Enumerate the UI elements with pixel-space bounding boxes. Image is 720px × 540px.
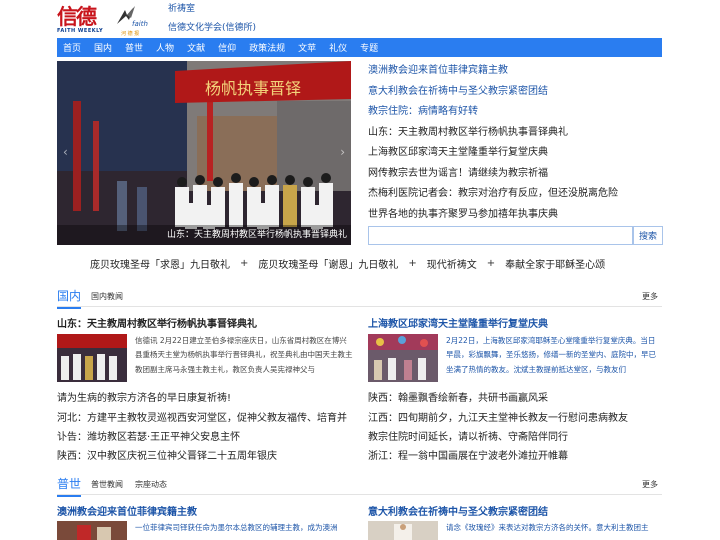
domestic-left-summary-tail[interactable]: 请为生病的教宗方济各的早日康复祈祷! [57,389,231,404]
hero-caption[interactable]: 山东：天主教周村教区举行杨帆执事晋铎典礼 [57,225,351,245]
list-item[interactable]: 浙江：程一翁中国画展在宁波老外滩拉开帷幕 [368,447,568,462]
list-item[interactable]: 陕西：汉中教区庆祝三位神父晋铎二十五周年银庆 [57,447,277,462]
faith-logo[interactable]: faith 河 德 报 [115,6,153,38]
prayer-room-link[interactable]: 祈祷室 [168,4,256,15]
headline-item[interactable]: 世界各地的执事齐聚罗马参加禧年执事庆典 [368,205,664,226]
tab-world-news[interactable]: 普世教闻 [91,479,123,490]
search-input[interactable] [368,226,633,245]
hero-banner-text: 杨帆执事晋铎 [205,79,301,98]
nav-world[interactable]: 普世 [125,41,143,54]
world-section-title[interactable]: 普世 [57,475,82,497]
main-nav: 首页 国内 普世 人物 文献 信仰 政策法规 文苹 礼仪 专题 [57,38,662,57]
list-item[interactable]: 陕西：翰墨飘香绘新春，共研书画赢风采 [368,389,548,404]
headline-item[interactable]: 澳洲教会迎来首位菲律宾籍主教 [368,61,664,82]
nav-topics[interactable]: 专题 [360,41,378,54]
faith-logo-text: faith [132,20,148,28]
nav-people[interactable]: 人物 [156,41,174,54]
faith-logo-subtext: 河 德 报 [121,31,140,37]
world-right-title[interactable]: 意大利教会在祈祷中与圣父教宗紧密团结 [368,503,548,518]
nav-liturgy[interactable]: 礼仪 [329,41,347,54]
world-more-link[interactable]: 更多 [642,479,658,490]
domestic-left-summary: 信德讯 2月22日建立圣伯多禄宗座庆日，山东省周村教区在博兴县重杨天主堂为杨帆执… [135,336,353,374]
prayer-link[interactable]: 庞贝玫瑰圣母「谢恩」九日敬礼 [258,256,398,271]
world-left-title[interactable]: 澳洲教会迎来首位菲律宾籍主教 [57,503,197,518]
domestic-right-title[interactable]: 上海教区邱家湾天主堂隆重举行复堂庆典 [368,315,548,330]
tab-domestic-news[interactable]: 国内教闻 [91,291,123,302]
prayer-link[interactable]: 奉献全家于耶稣圣心颂 [505,256,605,271]
nav-documents[interactable]: 文献 [187,41,205,54]
plus-separator: + [240,258,249,269]
headline-item[interactable]: 杰梅利医院记者会：教宗对治疗有反应，但还没脱离危险 [368,184,664,205]
domestic-left-title[interactable]: 山东：天主教周村教区举行杨帆执事晋铎典礼 [57,315,257,330]
plus-separator: + [486,258,496,269]
world-section-header: 普世 普世教闻 宗座动态 更多 [57,475,662,497]
site-logo[interactable]: 信德 FAITH WEEKLY [57,6,105,38]
headline-list: 澳洲教会迎来首位菲律宾籍主教 意大利教会在祈祷中与圣父教宗紧密团结 教宗住院：病… [368,61,664,225]
domestic-section-header: 国内 国内教闻 更多 [57,287,662,309]
logo-chinese-text: 信德 [57,4,97,29]
hero-next-icon[interactable]: › [340,145,345,159]
prayer-link[interactable]: 庞贝玫瑰圣母「求恩」九日敬礼 [90,256,230,271]
list-item[interactable]: 河北：方建平主教牧灵巡视西安河堂区，促神父教友福传、培育并 [57,409,347,424]
list-item[interactable]: 江西：四旬期前夕，九江天主堂神长教友一行慰问患病教友 [368,409,628,424]
list-item[interactable]: 教宗住院时间延长，请以祈祷、守斋陪伴同行 [368,428,568,443]
world-right-summary: 请念《玫瑰经》来表达对教宗方济各的关怀。意大利主教团主 [446,523,649,532]
logo-english-text: FAITH WEEKLY [57,28,104,34]
headline-item[interactable]: 山东：天主教周村教区举行杨帆执事晋铎典礼 [368,123,664,144]
nav-faith[interactable]: 信仰 [218,41,236,54]
culture-society-link[interactable]: 信德文化学会(信德所) [168,23,256,34]
world-left-summary: 一位菲律宾司铎获任命为墨尔本总教区的辅理主教，成为澳洲 [135,523,338,532]
search-button[interactable]: 搜索 [633,226,663,245]
site-header: 信德 FAITH WEEKLY faith 河 德 报 祈祷室 信德文化学会(信… [57,4,662,38]
prayer-link[interactable]: 现代祈祷文 [427,256,477,271]
nav-home[interactable]: 首页 [63,41,81,54]
headline-item[interactable]: 网传教宗去世为谣言！请继续为教宗祈福 [368,164,664,185]
domestic-right-summary: 2月22日，上海教区邱家湾耶稣圣心堂隆重举行复堂庆典。当日早晨，彩旗飘舞，圣乐悠… [446,336,656,374]
hero-slider[interactable]: 杨帆执事晋铎 ‹ › 山东：天主教周村教区举行杨帆执事晋铎典礼 [57,61,351,245]
hero-photo: 杨帆执事晋铎 [57,61,351,245]
nav-policy[interactable]: 政策法规 [249,41,285,54]
domestic-right-thumbnail[interactable] [368,334,438,382]
hero-prev-icon[interactable]: ‹ [63,145,68,159]
world-left-thumbnail[interactable] [57,521,127,540]
tab-holy-see[interactable]: 宗座动态 [135,479,167,490]
headline-item[interactable]: 意大利教会在祈祷中与圣父教宗紧密团结 [368,82,664,103]
world-right-thumbnail[interactable] [368,521,438,540]
nav-articles[interactable]: 文苹 [298,41,316,54]
domestic-section-title[interactable]: 国内 [57,287,82,309]
headline-item[interactable]: 教宗住院：病情略有好转 [368,102,664,123]
headline-item[interactable]: 上海教区邱家湾天主堂隆重举行复堂庆典 [368,143,664,164]
domestic-left-thumbnail[interactable] [57,334,127,382]
plus-separator: + [408,258,417,269]
domestic-more-link[interactable]: 更多 [642,291,658,302]
header-links: 祈祷室 信德文化学会(信德所) [168,4,256,42]
nav-domestic[interactable]: 国内 [94,41,112,54]
prayer-links: 庞贝玫瑰圣母「求恩」九日敬礼 + 庞贝玫瑰圣母「谢恩」九日敬礼 + 现代祈祷文 … [90,256,660,271]
list-item[interactable]: 讣告：潍坊教区若瑟·王正平神父安息主怀 [57,428,240,443]
